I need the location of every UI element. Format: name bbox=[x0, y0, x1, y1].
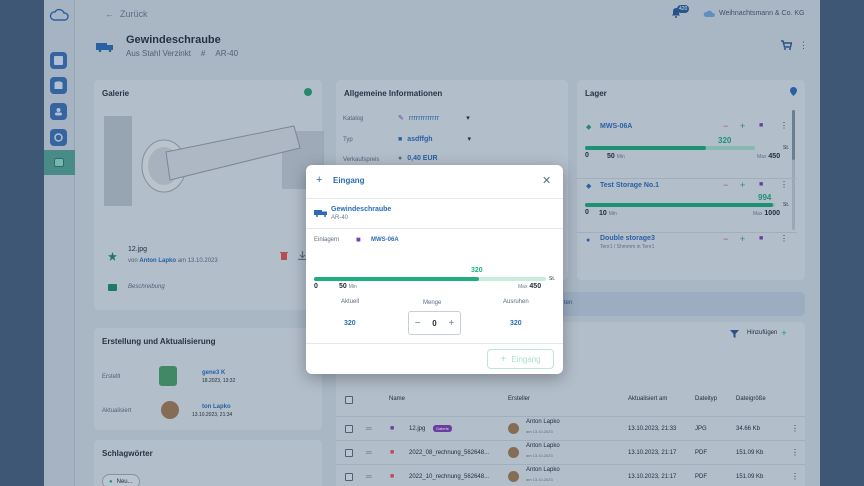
modal-stock-current: 320 bbox=[471, 267, 483, 274]
divider bbox=[306, 343, 563, 344]
eingang-submit-button[interactable]: + Eingang bbox=[487, 349, 554, 369]
actual-value: 320 bbox=[344, 320, 356, 327]
quantity-stepper: − 0 + bbox=[408, 311, 461, 335]
eingang-modal: + Eingang ✕ Gewindeschraube AR-40 Einlag… bbox=[306, 165, 563, 374]
quantity-input[interactable]: 0 bbox=[432, 319, 436, 328]
einlagern-label: Einlagern bbox=[314, 237, 340, 243]
modal-product-sku: AR-40 bbox=[331, 215, 349, 221]
unit-label: St. bbox=[549, 276, 556, 282]
reserved-value: 320 bbox=[510, 320, 522, 327]
einlagern-storage[interactable]: MWS-06A bbox=[371, 237, 399, 243]
minus-icon[interactable]: − bbox=[415, 318, 421, 329]
storage-icon: ■ bbox=[356, 235, 361, 244]
modal-stock-min: 50 Min bbox=[339, 283, 357, 290]
modal-stock-max: Max 450 bbox=[518, 283, 542, 290]
modal-product-name: Gewindeschraube bbox=[331, 206, 392, 213]
col-actual-label: Aktuell bbox=[341, 299, 360, 305]
truck-icon bbox=[314, 210, 327, 217]
col-amount-label: Menge bbox=[423, 300, 442, 306]
modal-stock-progress bbox=[314, 277, 546, 281]
modal-title: Eingang bbox=[333, 176, 365, 185]
plus-icon: + bbox=[500, 353, 507, 365]
plus-icon[interactable]: + bbox=[448, 318, 454, 329]
submit-label: Eingang bbox=[511, 354, 541, 364]
col-reserved-label: Ausruhen bbox=[503, 299, 529, 305]
plus-icon: + bbox=[316, 174, 323, 186]
zero-label: 0 bbox=[314, 283, 318, 290]
divider bbox=[306, 198, 563, 199]
divider bbox=[306, 228, 563, 229]
close-icon[interactable]: ✕ bbox=[542, 174, 551, 187]
